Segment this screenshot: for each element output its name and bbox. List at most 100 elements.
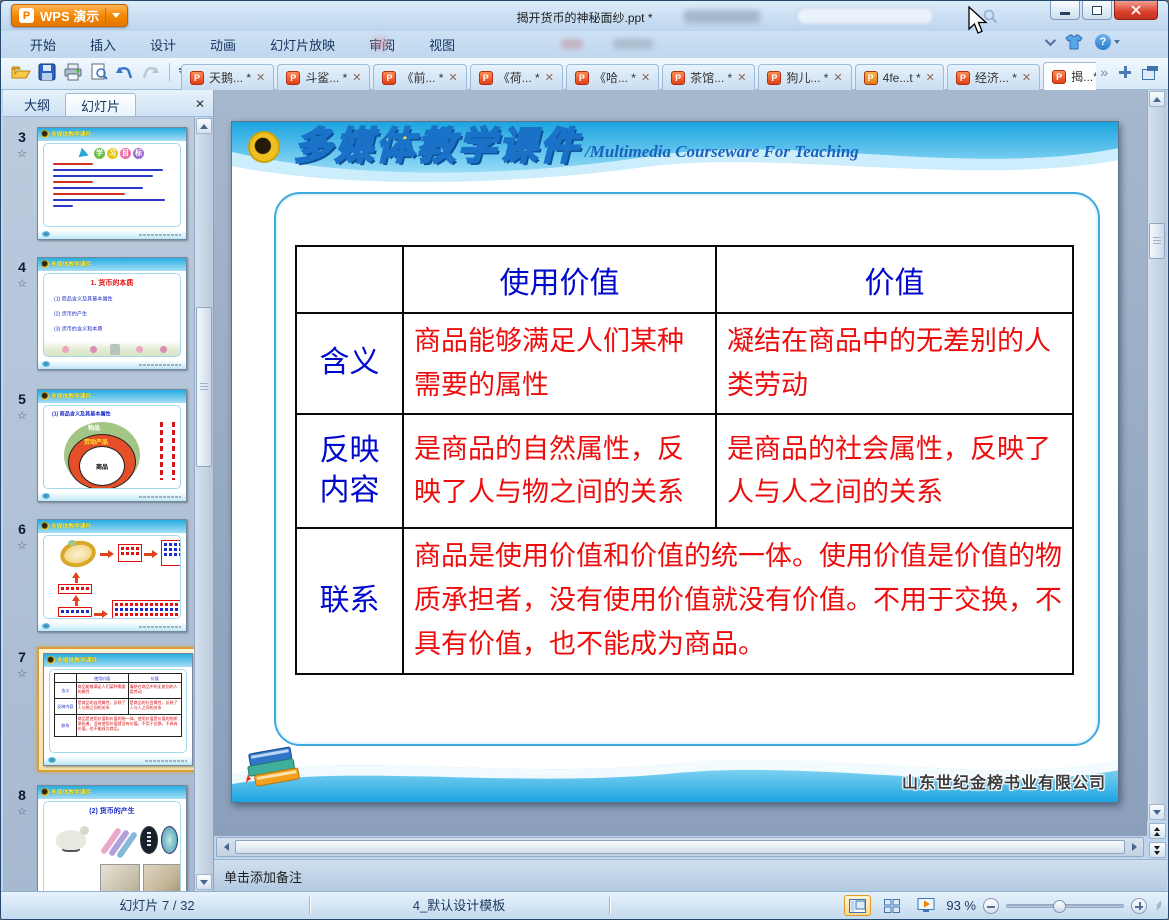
undo-icon[interactable] — [115, 64, 134, 81]
doc-tab[interactable]: P 经济... * ✕ — [946, 64, 1041, 90]
scrollbar-thumb[interactable] — [196, 307, 212, 467]
slide-thumbnail-5[interactable]: 5 ☆ 多媒体教学课件 (1) 商品含义及其基本属性 物品 劳动产品 商品 — [7, 389, 193, 502]
next-slide-button[interactable] — [1148, 842, 1166, 858]
doc-tab-active[interactable]: P 揭...* ✕ — [1043, 62, 1096, 90]
slide-thumbnail-8[interactable]: 8 ☆ 多媒体教学课件 (2) 货币的产生 — [7, 785, 193, 891]
tab-outline[interactable]: 大纲 — [9, 93, 65, 116]
close-button[interactable] — [1114, 1, 1158, 20]
close-tab-icon[interactable]: ✕ — [641, 72, 650, 83]
thumbnail-scrollbar[interactable] — [194, 117, 213, 891]
mini-slide: 多媒体教学课件 使用价值 价值 含义 商品能够满足人们某种需要的属性 凝结在商品… — [43, 653, 193, 766]
help-button[interactable]: ? — [1095, 34, 1120, 50]
slide-7-editing-surface[interactable]: 多媒体教学课件 /Multimedia Courseware For Teach… — [231, 121, 1119, 803]
scroll-up-button[interactable] — [1149, 91, 1165, 107]
normal-view-button[interactable] — [844, 895, 872, 916]
previous-slide-button[interactable] — [1148, 823, 1166, 839]
mini-header-title: 多媒体教学课件 — [51, 392, 92, 400]
zoom-slider-thumb[interactable] — [1053, 899, 1066, 913]
table-cell-relation[interactable]: 商品是使用价值和价值的统一体。使用价值是价值的物质承担者，没有使用价值就没有价值… — [402, 527, 1074, 675]
doc-tab[interactable]: P 斗鲨... * ✕ — [277, 64, 371, 90]
slideshow-button[interactable] — [912, 895, 939, 916]
table-cell-meaning-use-value[interactable]: 商品能够满足人们某种需要的属性 — [402, 311, 717, 416]
table-label-reflects[interactable]: 反映内容 — [295, 413, 404, 530]
menu-insert[interactable]: 插入 — [73, 30, 133, 59]
wps-app-menu-button[interactable]: P WPS 演示 — [11, 4, 129, 27]
table-cell-reflects-use-value[interactable]: 是商品的自然属性，反映了人与物之间的关系 — [402, 413, 717, 530]
thumb-title: (2) 货币的产生 — [89, 808, 135, 815]
close-tab-icon[interactable]: ✕ — [833, 72, 842, 83]
menu-view[interactable]: 视图 — [412, 30, 472, 59]
menu-animation[interactable]: 动画 — [193, 30, 253, 59]
save-icon[interactable] — [38, 63, 56, 81]
comparison-table[interactable]: 使用价值 价值 含义 商品能够满足人们某种需要的属性 凝结在商品中的无差别的人类… — [295, 245, 1074, 675]
table-cell-meaning-value[interactable]: 凝结在商品中的无差别的人类劳动 — [715, 311, 1074, 416]
flower — [136, 346, 143, 353]
notes-pane[interactable]: 单击添加备注 — [214, 859, 1167, 891]
scroll-down-button[interactable] — [196, 874, 212, 890]
slide-thumbnail-7-selected[interactable]: 7 ☆ 多媒体教学课件 使用价值 价值 含义 商品能够满足人们某种需要的属性 凝… — [7, 647, 195, 772]
tab-slides[interactable]: 幻灯片 — [65, 93, 137, 116]
slide-thumbnail-3[interactable]: 3 ☆ 多媒体教学课件 学 习 目 标 — [7, 127, 193, 240]
menu-slideshow[interactable]: 幻灯片放映 — [253, 30, 352, 59]
close-tab-icon[interactable]: ✕ — [545, 72, 554, 83]
table-cell-reflects-value[interactable]: 是商品的社会属性，反映了人与人之间的关系 — [715, 413, 1074, 530]
flow-box — [118, 544, 142, 562]
ppt-file-icon: P — [863, 70, 878, 85]
open-file-icon[interactable] — [11, 63, 31, 81]
collapse-ribbon-icon[interactable] — [1044, 34, 1057, 47]
minimize-button[interactable] — [1050, 1, 1080, 20]
scroll-right-button[interactable] — [1126, 839, 1142, 855]
zoom-in-button[interactable] — [1131, 897, 1147, 914]
doc-tab[interactable]: P 4fe...t * ✕ — [854, 64, 944, 90]
slide-sorter-view-button[interactable] — [878, 895, 905, 916]
doc-tab[interactable]: P 《前... * ✕ — [373, 64, 467, 90]
print-preview-icon[interactable] — [90, 63, 108, 81]
table-label-relation[interactable]: 联系 — [295, 527, 404, 675]
doc-tab[interactable]: P 《哈... * ✕ — [565, 64, 660, 90]
menu-design[interactable]: 设计 — [133, 30, 193, 59]
close-tab-icon[interactable]: ✕ — [737, 72, 746, 83]
scroll-left-button[interactable] — [218, 839, 234, 855]
scrollbar-thumb[interactable] — [1149, 223, 1165, 259]
menu-home[interactable]: 开始 — [13, 30, 73, 59]
close-tab-icon[interactable]: ✕ — [352, 72, 361, 83]
mini-slide-footer — [38, 358, 186, 369]
table-label-meaning[interactable]: 含义 — [295, 311, 404, 416]
editing-canvas: 多媒体教学课件 /Multimedia Courseware For Teach… — [214, 90, 1147, 836]
doc-tab[interactable]: P 《荷... * ✕ — [469, 64, 563, 90]
arrange-windows-icon[interactable] — [1142, 65, 1158, 80]
slide-thumbnail-6[interactable]: 6 ☆ 多媒体教学课件 — [7, 519, 193, 632]
close-tab-icon[interactable]: ✕ — [926, 72, 935, 83]
mini-slide-header: 多媒体教学课件 — [38, 520, 186, 533]
thumb-text-line — [53, 187, 143, 189]
doc-tab[interactable]: P 茶馆... * ✕ — [662, 64, 756, 90]
chevron-down-icon — [1114, 40, 1120, 44]
scroll-down-button[interactable] — [1149, 804, 1165, 820]
zoom-slider-track[interactable] — [1006, 899, 1124, 913]
double-down-icon — [1154, 845, 1160, 850]
scrollbar-thumb[interactable] — [235, 840, 1125, 854]
scroll-tabs-right-icon[interactable]: » — [1100, 65, 1108, 79]
wps-presentation-window: 揭开货币的神秘面纱.ppt * P WPS 演示 开始 插入 设计 动画 幻灯片… — [0, 0, 1169, 920]
skin-tshirt-icon[interactable] — [1065, 34, 1083, 50]
scroll-up-button[interactable] — [196, 118, 212, 134]
mini-footer-logo — [48, 757, 56, 763]
zoom-out-button[interactable] — [983, 897, 999, 914]
doc-tab[interactable]: P 天鹅... * ✕ — [181, 64, 275, 90]
vertical-scrollbar[interactable] — [1147, 90, 1167, 821]
slide-thumbnail-4[interactable]: 4 ☆ 多媒体教学课件 1. 货币的本质 (1) 商品含义及其基本属性 (2) … — [7, 257, 193, 370]
close-tab-icon[interactable]: ✕ — [1022, 72, 1031, 83]
print-icon[interactable] — [63, 63, 83, 81]
close-panel-icon[interactable]: ✕ — [195, 97, 205, 111]
table-header-use-value[interactable]: 使用价值 — [402, 245, 717, 314]
doc-tab[interactable]: P 狗儿... * ✕ — [758, 64, 852, 90]
resize-grip[interactable] — [1156, 901, 1162, 910]
new-tab-icon[interactable] — [1118, 65, 1132, 79]
redo-icon[interactable] — [141, 64, 160, 81]
table-header-value[interactable]: 价值 — [715, 245, 1074, 314]
table-corner-cell[interactable] — [295, 245, 404, 314]
close-tab-icon[interactable]: ✕ — [448, 72, 457, 83]
close-tab-icon[interactable]: ✕ — [256, 72, 265, 83]
horizontal-scrollbar[interactable] — [216, 837, 1144, 857]
maximize-button[interactable] — [1082, 1, 1112, 20]
